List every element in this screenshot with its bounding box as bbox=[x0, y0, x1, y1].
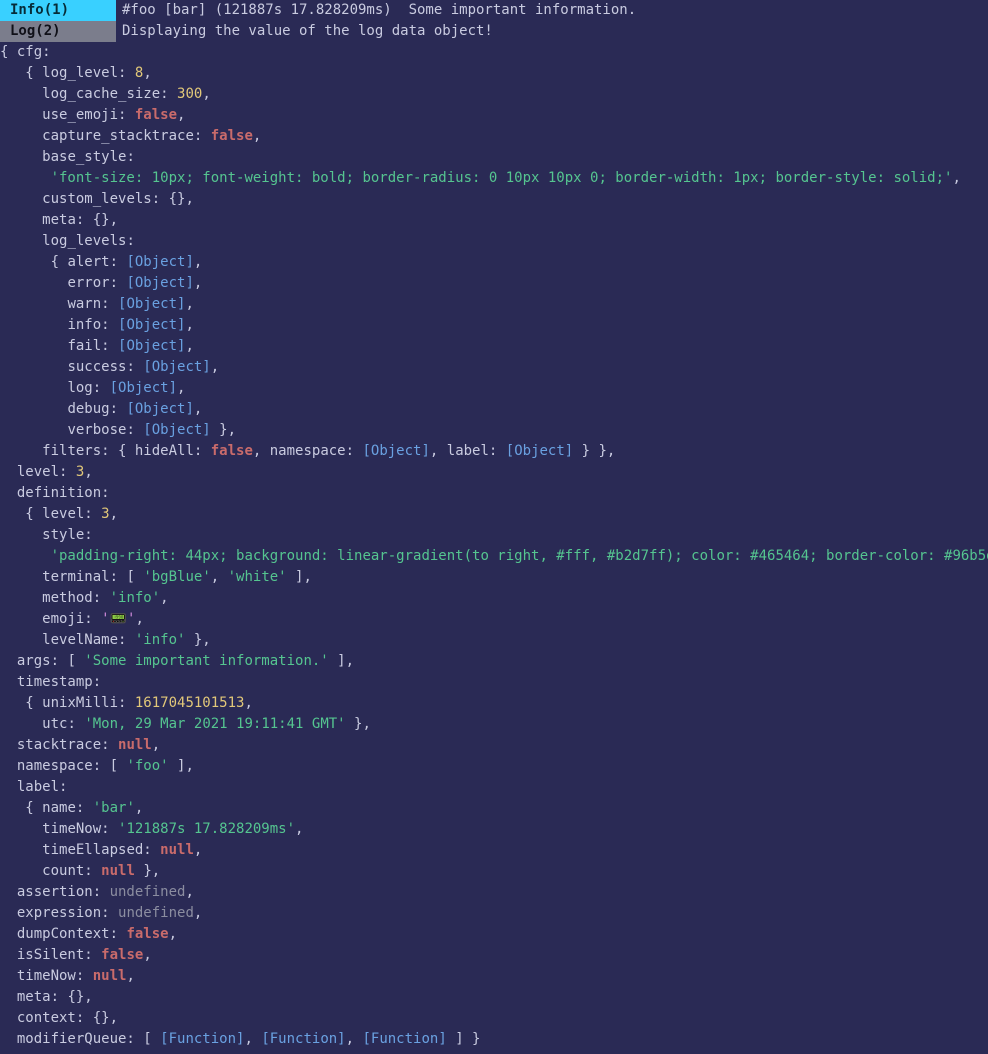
obj-line: levelName: 'info' }, bbox=[0, 630, 988, 651]
obj-line: error: [Object], bbox=[0, 273, 988, 294]
obj-line: { cfg: bbox=[0, 42, 988, 63]
obj-line: { alert: [Object], bbox=[0, 252, 988, 273]
obj-line: use_emoji: false, bbox=[0, 105, 988, 126]
obj-line: { unixMilli: 1617045101513, bbox=[0, 693, 988, 714]
obj-line: emoji: '📟', bbox=[0, 609, 988, 630]
obj-line: dumpContext: false, bbox=[0, 924, 988, 945]
obj-line: timeEllapsed: null, bbox=[0, 840, 988, 861]
obj-line: meta: {}, bbox=[0, 987, 988, 1008]
log-badge: Log(2) bbox=[0, 21, 116, 42]
obj-line: method: 'info', bbox=[0, 588, 988, 609]
obj-line: timeNow: '121887s 17.828209ms', bbox=[0, 819, 988, 840]
log-message: Displaying the value of the log data obj… bbox=[122, 23, 493, 39]
obj-line: filters: { hideAll: false, namespace: [O… bbox=[0, 441, 988, 462]
obj-line: modifierQueue: [ [Function], [Function],… bbox=[0, 1029, 988, 1050]
obj-line: context: {}, bbox=[0, 1008, 988, 1029]
obj-line: base_style: bbox=[0, 147, 988, 168]
obj-line: 'padding-right: 44px; background: linear… bbox=[0, 546, 988, 567]
obj-line: level: 3, bbox=[0, 462, 988, 483]
obj-line: 'font-size: 10px; font-weight: bold; bor… bbox=[0, 168, 988, 189]
obj-line: fail: [Object], bbox=[0, 336, 988, 357]
obj-line: info: [Object], bbox=[0, 315, 988, 336]
obj-line: { log_level: 8, bbox=[0, 63, 988, 84]
obj-line: count: null }, bbox=[0, 861, 988, 882]
obj-line: terminal: [ 'bgBlue', 'white' ], bbox=[0, 567, 988, 588]
obj-line: warn: [Object], bbox=[0, 294, 988, 315]
obj-line: label: bbox=[0, 777, 988, 798]
obj-line: debug: [Object], bbox=[0, 399, 988, 420]
obj-line: capture_stacktrace: false, bbox=[0, 126, 988, 147]
obj-line: timestamp: bbox=[0, 672, 988, 693]
obj-line: custom_levels: {}, bbox=[0, 189, 988, 210]
obj-line: timeNow: null, bbox=[0, 966, 988, 987]
log-line-info: Info(1) #foo [bar] (121887s 17.828209ms) … bbox=[0, 0, 988, 21]
obj-line: utc: 'Mon, 29 Mar 2021 19:11:41 GMT' }, bbox=[0, 714, 988, 735]
obj-line: { name: 'bar', bbox=[0, 798, 988, 819]
obj-line: success: [Object], bbox=[0, 357, 988, 378]
obj-line: log_cache_size: 300, bbox=[0, 84, 988, 105]
console-output: Info(1) #foo [bar] (121887s 17.828209ms) … bbox=[0, 0, 988, 1050]
obj-line: namespace: [ 'foo' ], bbox=[0, 756, 988, 777]
obj-line: definition: bbox=[0, 483, 988, 504]
obj-line: log: [Object], bbox=[0, 378, 988, 399]
obj-line: stacktrace: null, bbox=[0, 735, 988, 756]
obj-line: args: [ 'Some important information.' ], bbox=[0, 651, 988, 672]
obj-line: expression: undefined, bbox=[0, 903, 988, 924]
obj-line: assertion: undefined, bbox=[0, 882, 988, 903]
obj-line: log_levels: bbox=[0, 231, 988, 252]
info-message: #foo [bar] (121887s 17.828209ms) Some im… bbox=[122, 2, 636, 18]
obj-line: meta: {}, bbox=[0, 210, 988, 231]
log-line-log: Log(2) Displaying the value of the log da… bbox=[0, 21, 988, 42]
obj-line: verbose: [Object] }, bbox=[0, 420, 988, 441]
info-badge: Info(1) bbox=[0, 0, 116, 21]
obj-line: style: bbox=[0, 525, 988, 546]
obj-line: { level: 3, bbox=[0, 504, 988, 525]
obj-line: isSilent: false, bbox=[0, 945, 988, 966]
